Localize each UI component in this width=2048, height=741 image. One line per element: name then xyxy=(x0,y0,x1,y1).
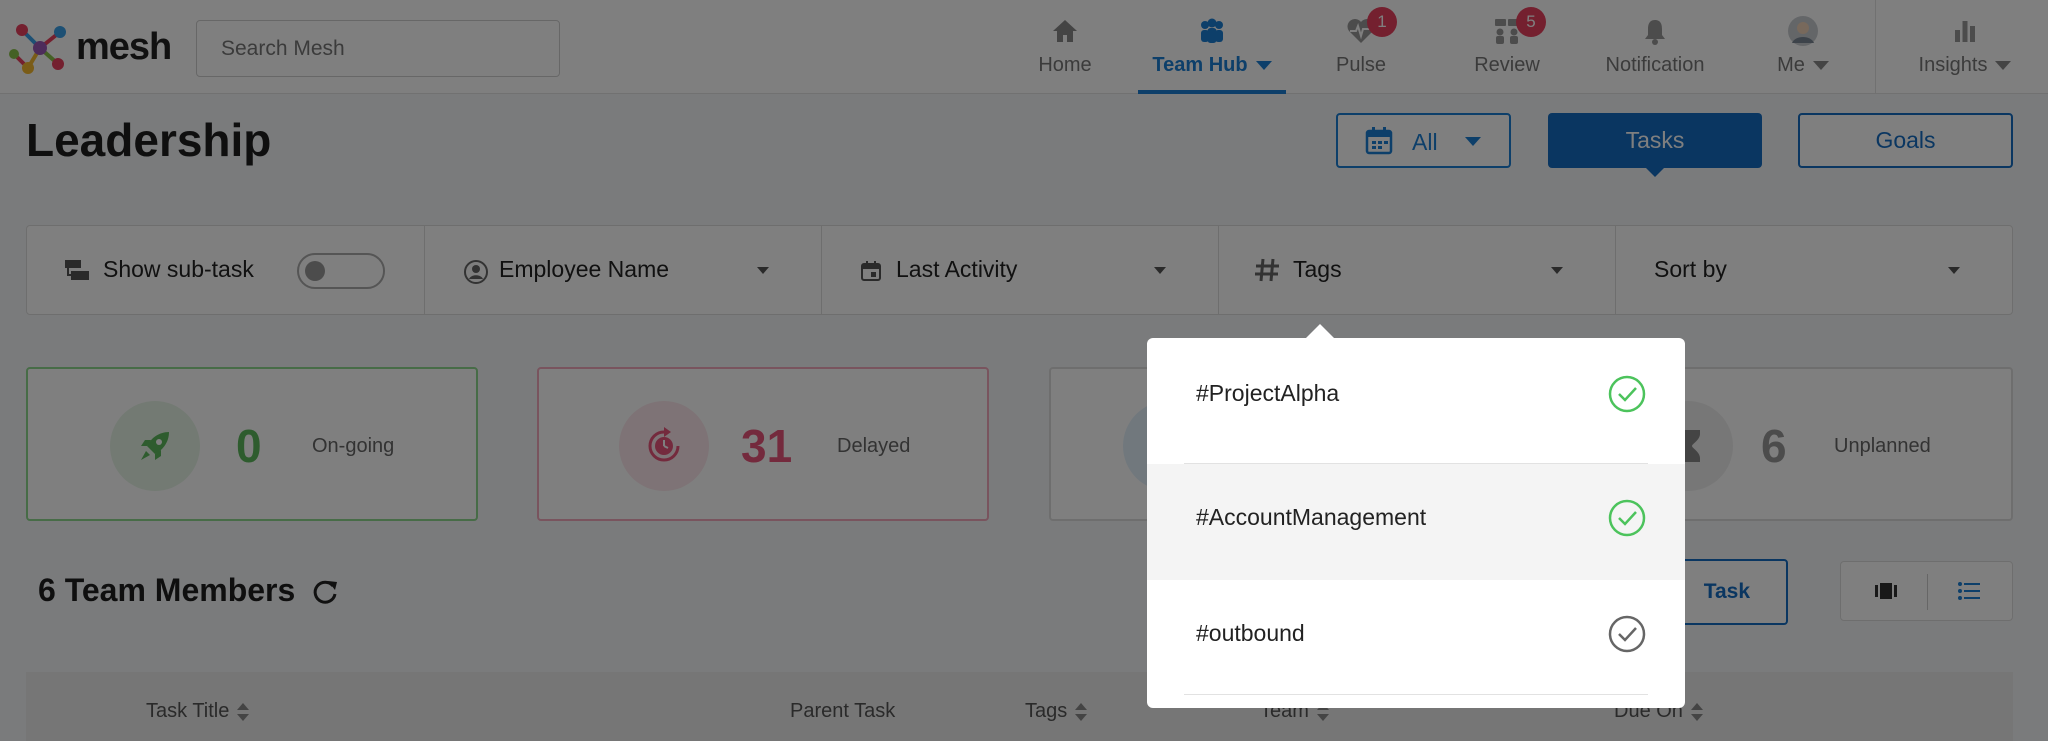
tag-option[interactable]: #outbound xyxy=(1147,580,1685,695)
tag-option[interactable]: #ProjectAlpha xyxy=(1147,338,1685,453)
check-circle-icon xyxy=(1608,375,1646,413)
check-circle-icon xyxy=(1608,615,1646,653)
tag-option-label: #outbound xyxy=(1196,620,1305,646)
dropdown-backdrop[interactable] xyxy=(0,0,2048,741)
tag-option-label: #ProjectAlpha xyxy=(1196,380,1340,406)
dropdown-divider xyxy=(1184,694,1648,695)
tags-dropdown-menu: #ProjectAlpha #AccountManagement #outbou… xyxy=(1147,338,1685,708)
tag-option-label: #AccountManagement xyxy=(1196,504,1427,530)
check-circle-icon xyxy=(1608,499,1646,537)
tag-option[interactable]: #AccountManagement xyxy=(1147,464,1685,580)
dropdown-pointer xyxy=(1306,324,1334,338)
